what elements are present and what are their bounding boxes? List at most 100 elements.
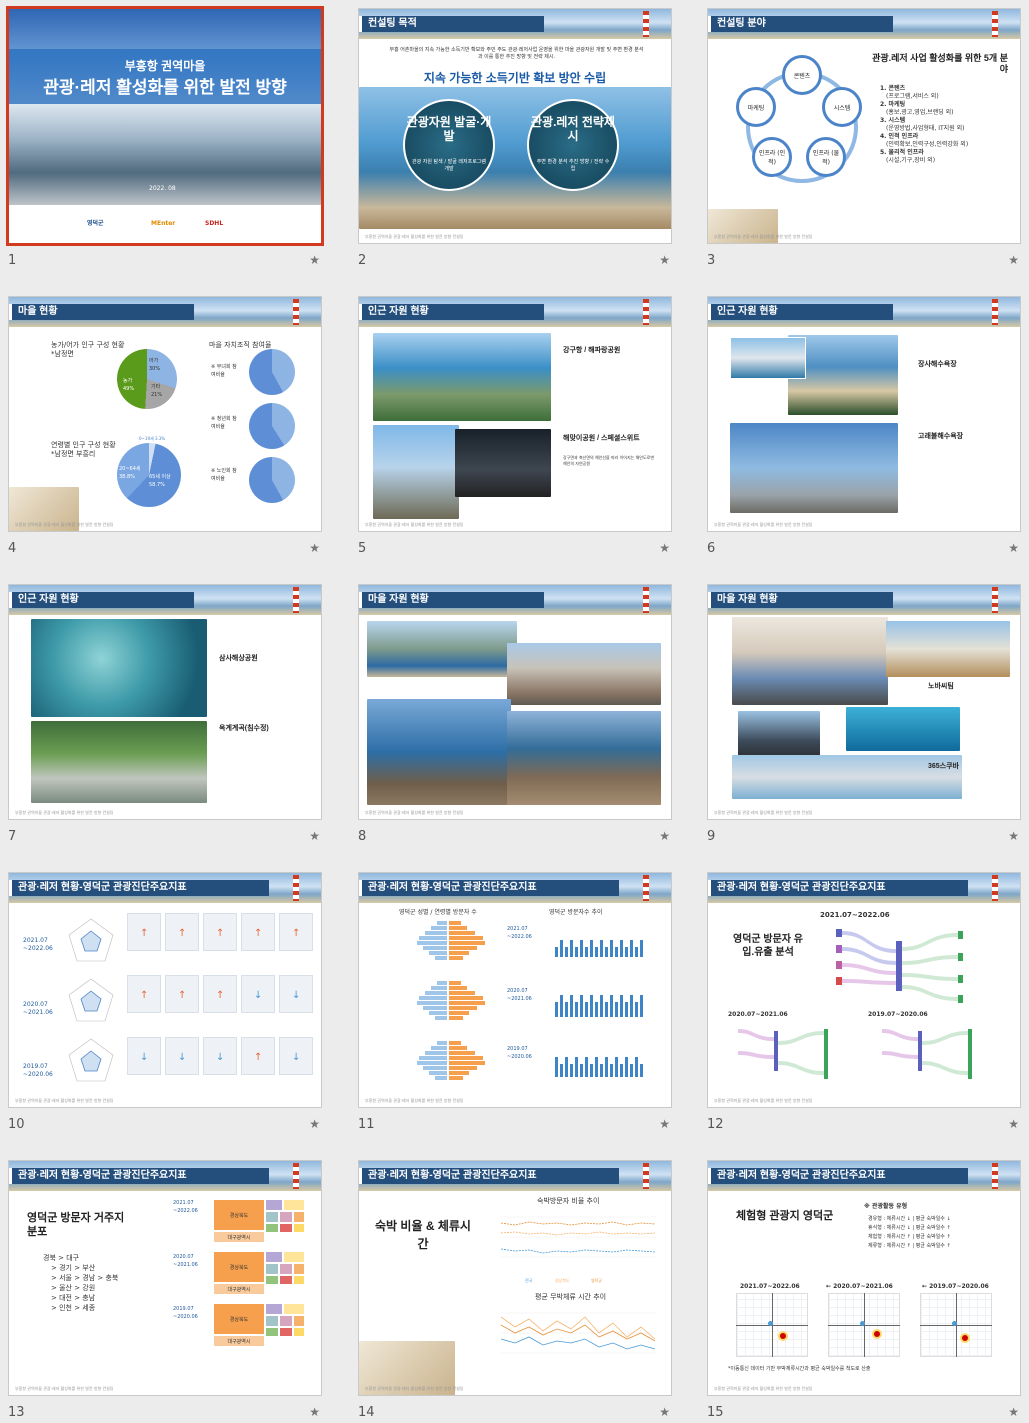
slide-13-canvas: 관광·레저 현황-영덕군 관광진단주요지표 영덕군 방문자 거주지 분포 경북 … <box>8 1160 322 1396</box>
region-block <box>293 1223 305 1233</box>
region-block <box>279 1211 293 1223</box>
trend-bar <box>605 947 608 957</box>
label-jangsa: 장사해수욕장 <box>918 361 957 368</box>
indicator-card: ↓ <box>127 1037 161 1075</box>
label-sunrise-park: 해맞이공원 / 스페셜스위트 <box>563 435 640 442</box>
pyramid-bar-female <box>449 986 467 990</box>
lighthouse-icon <box>643 1163 649 1189</box>
slide-thumbnail-6[interactable]: 인근 자원 현황 장사해수욕장 고래불해수욕장 부흥항 권역마을 관광·레저 활… <box>699 288 1029 576</box>
slide-14-canvas: 관광·레저 현황-영덕군 관광진단주요지표 숙박 비율 & 체류시간 숙박방문자… <box>358 1160 672 1396</box>
area-2-desc: (홍보,광고,영업,브랜딩 외) <box>886 109 954 116</box>
slide-thumbnail-15[interactable]: 관광·레저 현황-영덕군 관광진단주요지표 체험형 관광지 영덕군 ※ 관광활동… <box>699 1152 1029 1423</box>
animation-star-icon[interactable]: ★ <box>309 253 320 267</box>
period-3: 2019.07 ~2020.06 <box>173 1306 198 1320</box>
slide-number: 5 <box>358 541 367 556</box>
animation-star-icon[interactable]: ★ <box>309 829 320 843</box>
slide-thumbnail-2[interactable]: 컨설팅 목적 부흥 어촌마을의 지속 가능한 소득기반 확보와 주민 주도 관광… <box>350 0 680 288</box>
indicator-card: ↑ <box>127 975 161 1013</box>
label-365scuba: 365스쿠바 <box>928 763 959 770</box>
lighthouse-photo <box>373 425 459 519</box>
animation-star-icon[interactable]: ★ <box>309 541 320 555</box>
period-2: 2020.07~2021.06 <box>728 1011 788 1018</box>
indicator-card: ↑ <box>165 975 199 1013</box>
period-3: ← 2019.07~2020.06 <box>922 1283 989 1290</box>
slide-header: 인근 자원 현황 <box>359 297 671 327</box>
animation-star-icon[interactable]: ★ <box>1008 1405 1019 1419</box>
slide-header: 관광·레저 현황-영덕군 관광진단주요지표 <box>359 873 671 903</box>
slide-thumbnail-5[interactable]: 인근 자원 현황 강구항 / 해파랑공원 해맞이공원 / 스페셜스위트 강구면과… <box>350 288 680 576</box>
period-1: 2021.07 ~2022.06 <box>507 926 532 940</box>
slide-thumbnail-11[interactable]: 관광·레저 현황-영덕군 관광진단주요지표 영덕군 성별 / 연령별 방문자 수… <box>350 864 680 1152</box>
trend-bar <box>630 1064 633 1077</box>
region-gyeongbuk: 경상북도 <box>213 1251 265 1283</box>
animation-star-icon[interactable]: ★ <box>659 1405 670 1419</box>
animation-star-icon[interactable]: ★ <box>659 253 670 267</box>
slide-header-title: 관광·레저 현황-영덕군 관광진단주요지표 <box>18 1170 187 1181</box>
underwater-photo <box>846 707 960 751</box>
slide-6-canvas: 인근 자원 현황 장사해수욕장 고래불해수욕장 부흥항 권역마을 관광·레저 활… <box>707 296 1021 532</box>
trend-bar <box>580 1064 583 1077</box>
region-block <box>279 1263 293 1275</box>
slide-thumbnail-7[interactable]: 인근 자원 현황 삼사해상공원 옥계계곡(침수정) 부흥항 권역마을 관광·레저… <box>0 576 330 864</box>
pyramid-bar-male <box>431 1046 447 1050</box>
logo-yeongdeok: 영덕군 <box>87 220 104 227</box>
slide-thumbnail-8[interactable]: 마을 자원 현황 부흥항 권역마을 관광·레저 활성화를 위한 발전 방향 컨설… <box>350 576 680 864</box>
area-5-desc: (시설,기구,장비 외) <box>886 157 936 164</box>
animation-star-icon[interactable]: ★ <box>1008 829 1019 843</box>
area-2-title: 2. 마케팅 <box>880 101 906 108</box>
region-block <box>265 1251 283 1263</box>
indicator-card: ↑ <box>203 913 237 951</box>
pyramid-bar-female <box>449 926 467 930</box>
slide-header: 컨설팅 목적 <box>359 9 671 39</box>
pyramid-bar-male <box>435 1016 447 1020</box>
slide-1-canvas: 부흥항 권역마을 관광·레저 활성화를 위한 발전 방향 2022. 08 영덕… <box>6 6 324 246</box>
animation-star-icon[interactable]: ★ <box>1008 253 1019 267</box>
animation-star-icon[interactable]: ★ <box>659 1117 670 1131</box>
trend-bar <box>555 1002 558 1017</box>
slide-thumbnail-1[interactable]: 부흥항 권역마을 관광·레저 활성화를 위한 발전 방향 2022. 08 영덕… <box>0 0 330 288</box>
slide-11-canvas: 관광·레저 현황-영덕군 관광진단주요지표 영덕군 성별 / 연령별 방문자 수… <box>358 872 672 1108</box>
animation-star-icon[interactable]: ★ <box>309 1405 320 1419</box>
slide-footer: 부흥항 권역마을 관광·레저 활성화를 위한 발전 방향 컨설팅 <box>714 810 813 815</box>
region-block <box>293 1275 305 1285</box>
lighthouse-icon <box>992 1163 998 1189</box>
pyramid-bar-male <box>429 1011 447 1015</box>
animation-star-icon[interactable]: ★ <box>659 829 670 843</box>
type-2: 휴식형 : 체류시간 ↓ | 평균 숙박일수 ↑ <box>868 1225 951 1231</box>
node-system: 시스템 <box>822 87 862 127</box>
slide-thumbnail-10[interactable]: 관광·레저 현황-영덕군 관광진단주요지표 2021.07 ~2022.06 2… <box>0 864 330 1152</box>
slide-footer: 부흥항 권역마을 관광·레저 활성화를 위한 발전 방향 컨설팅 <box>15 810 114 815</box>
region-daegu: 대구광역시 <box>213 1335 265 1347</box>
animation-star-icon[interactable]: ★ <box>309 1117 320 1131</box>
pyramid-bar-male <box>429 951 447 955</box>
slide-number: 14 <box>358 1405 375 1420</box>
slide-thumbnail-12[interactable]: 관광·레저 현황-영덕군 관광진단주요지표 영덕군 방문자 유입.유출 분석 2… <box>699 864 1029 1152</box>
trend-bar <box>585 947 588 957</box>
slide-header: 인근 자원 현황 <box>708 297 1020 327</box>
animation-star-icon[interactable]: ★ <box>659 541 670 555</box>
slide-number: 11 <box>358 1117 375 1132</box>
pyramid-bar-male <box>417 1001 447 1005</box>
pyramid-bar-male <box>431 986 447 990</box>
region-block <box>293 1315 305 1327</box>
slide-header: 관광·레저 현황-영덕군 관광진단주요지표 <box>708 873 1020 903</box>
period-3: 2019.07~2020.06 <box>868 1011 928 1018</box>
slide-thumbnail-13[interactable]: 관광·레저 현황-영덕군 관광진단주요지표 영덕군 방문자 거주지 분포 경북 … <box>0 1152 330 1423</box>
trend-bar <box>635 1002 638 1017</box>
period-2: 2020.07 ~2021.06 <box>23 1001 53 1016</box>
slide-footer: 부흥항 권역마을 관광·레저 활성화를 위한 발전 방향 컨설팅 <box>365 522 464 527</box>
slide-header-title: 인근 자원 현황 <box>18 594 79 605</box>
lighthouse-icon <box>293 1163 299 1189</box>
slide-thumbnail-3[interactable]: 컨설팅 분야 콘텐츠 시스템 인프라 (물적) 인프라 (인적) 마케팅 관광.… <box>699 0 1029 288</box>
animation-star-icon[interactable]: ★ <box>1008 1117 1019 1131</box>
node-marketing: 마케팅 <box>736 87 776 127</box>
slide-header-title: 관광·레저 현황-영덕군 관광진단주요지표 <box>717 882 886 893</box>
slide-thumbnail-4[interactable]: 마을 현황 농가/어가 인구 구성 현황 *남정면 어가 30% 기타 21% … <box>0 288 330 576</box>
animation-star-icon[interactable]: ★ <box>1008 541 1019 555</box>
lighthouse-icon <box>293 299 299 325</box>
slide-thumbnail-14[interactable]: 관광·레저 현황-영덕군 관광진단주요지표 숙박 비율 & 체류시간 숙박방문자… <box>350 1152 680 1423</box>
region-block <box>265 1263 279 1275</box>
slide-header-title: 관광·레저 현황-영덕군 관광진단주요지표 <box>368 882 537 893</box>
slide-thumbnail-9[interactable]: 마을 자원 현황 노바씨팀 365스쿠바 부흥항 권역마을 관광·레저 활성화를… <box>699 576 1029 864</box>
region-daegu: 대구광역시 <box>213 1283 265 1295</box>
